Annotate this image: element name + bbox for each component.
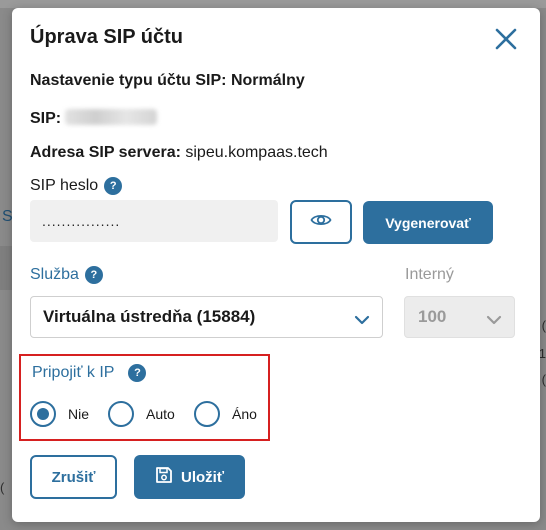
edit-sip-account-dialog: Úprava SIP účtu Nastavenie typu účtu SIP… xyxy=(12,8,540,522)
background-text-fragment: ( xyxy=(541,372,546,387)
service-field-label: Služba? xyxy=(30,266,103,284)
save-icon xyxy=(155,466,173,488)
server-value: sipeu.kompaas.tech xyxy=(185,144,328,161)
internal-select-value: 100 xyxy=(418,307,447,326)
chevron-down-icon xyxy=(486,311,502,331)
radio-button[interactable] xyxy=(108,401,134,427)
sip-password-input[interactable] xyxy=(30,200,278,242)
radio-button[interactable] xyxy=(30,401,56,427)
radio-label: Auto xyxy=(146,406,175,422)
help-icon[interactable]: ? xyxy=(84,266,103,284)
close-icon[interactable] xyxy=(492,25,520,53)
account-type-value: Normálny xyxy=(230,72,305,89)
save-label: Uložiť xyxy=(180,468,224,486)
service-label: Služba xyxy=(30,266,79,283)
connect-ip-field-label: Pripojiť k IP? xyxy=(32,364,147,382)
radio-option-ano[interactable]: Áno xyxy=(194,401,257,427)
radio-option-auto[interactable]: Auto xyxy=(108,401,175,427)
dialog-title: Úprava SIP účtu xyxy=(30,26,184,48)
chevron-down-icon xyxy=(354,311,370,331)
internal-select[interactable]: 100 xyxy=(404,296,515,338)
radio-label: Áno xyxy=(232,406,257,422)
eye-icon xyxy=(310,212,332,233)
background-text-fragment: ( xyxy=(0,480,5,495)
account-type-label: Nastavenie typu účtu SIP: xyxy=(30,72,227,89)
account-type-line: Nastavenie typu účtu SIP: Normálny xyxy=(30,72,305,90)
server-label: Adresa SIP servera: xyxy=(30,144,181,161)
help-icon[interactable]: ? xyxy=(128,364,147,382)
radio-label: Nie xyxy=(68,406,90,422)
help-icon[interactable]: ? xyxy=(104,177,123,195)
show-password-button[interactable] xyxy=(290,200,352,244)
server-line: Adresa SIP servera: sipeu.kompaas.tech xyxy=(30,144,328,162)
generate-password-button[interactable]: Vygenerovať xyxy=(363,201,493,244)
cancel-button[interactable]: Zrušiť xyxy=(30,455,117,499)
background-text-fragment: ( xyxy=(541,318,546,333)
service-select[interactable]: Virtuálna ústredňa (15884) xyxy=(30,296,383,338)
radio-option-nie[interactable]: Nie xyxy=(30,401,89,427)
connect-ip-label: Pripojiť k IP xyxy=(32,364,115,381)
save-button[interactable]: Uložiť xyxy=(134,455,245,499)
radio-button[interactable] xyxy=(194,401,220,427)
background-header xyxy=(0,0,546,8)
password-field-label: SIP heslo? xyxy=(30,177,123,195)
service-select-value: Virtuálna ústredňa (15884) xyxy=(43,307,256,326)
password-label: SIP heslo xyxy=(30,177,99,194)
sip-label: SIP: xyxy=(30,110,62,127)
sip-value-redacted xyxy=(65,109,158,125)
internal-label: Interný xyxy=(405,266,454,283)
sip-line: SIP: xyxy=(30,109,158,128)
